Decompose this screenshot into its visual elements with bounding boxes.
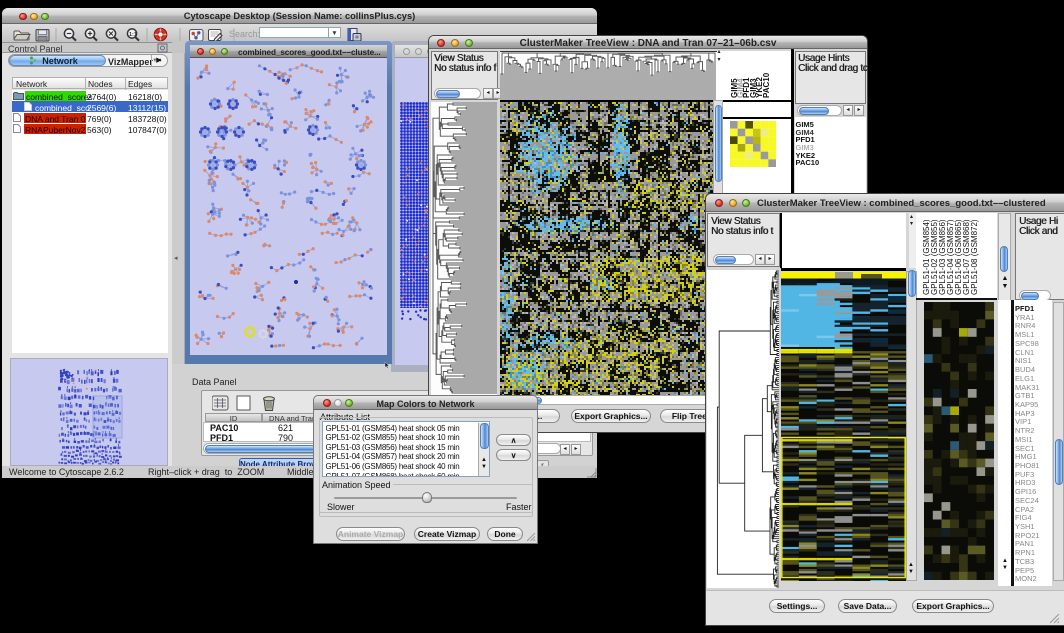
svg-text:1:1: 1:1 — [129, 32, 137, 38]
